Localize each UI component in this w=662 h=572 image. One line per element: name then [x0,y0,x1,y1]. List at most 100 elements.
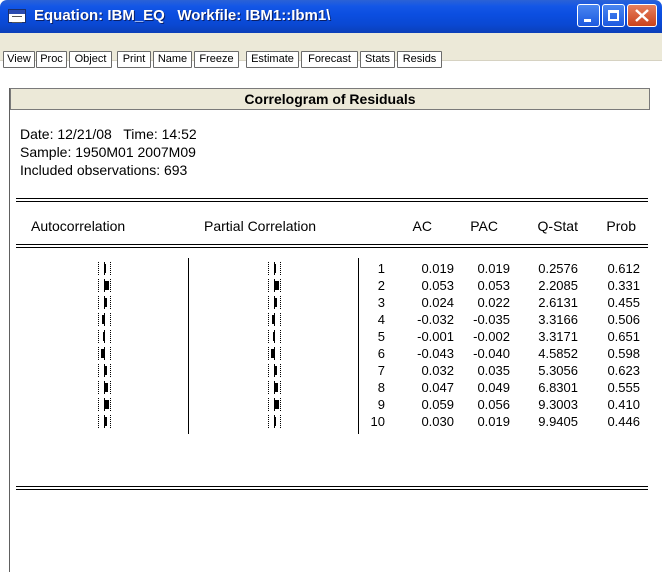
date-line: Date: 12/21/08 Time: 14:52 [20,126,197,142]
autocorrelation-lower-bound [98,262,99,275]
partial-correlation-upper-bound [280,398,281,411]
pac-cell: 0.049 [477,380,510,395]
forecast-button[interactable]: Forecast [301,51,358,68]
partial-correlation-lower-bound [268,330,269,343]
estimate-button[interactable]: Estimate [246,51,299,68]
equation-window: Equation: IBM_EQ Workfile: IBM1::Ibm1\ V… [0,0,662,572]
lag-cell: 10 [370,414,385,429]
close-button[interactable] [627,4,657,27]
table-row: 4 -0.032 -0.035 3.3166 0.506 [0,311,662,328]
autocorrelation-upper-bound [110,296,111,309]
autocorrelation-upper-bound [110,347,111,360]
prob-cell: 0.555 [607,380,640,395]
qstat-cell: 2.6131 [538,295,578,310]
ac-cell: 0.053 [421,278,454,293]
qstat-cell: 2.2085 [538,278,578,293]
qstat-cell: 0.2576 [538,261,578,276]
close-icon [635,9,649,22]
partial-correlation-value-bar [275,400,279,409]
col-autocorrelation: Autocorrelation [31,218,126,234]
prob-cell: 0.331 [607,278,640,293]
partial-correlation-upper-bound [280,313,281,326]
autocorrelation-upper-bound [110,398,111,411]
autocorrelation-value-bar [105,281,109,290]
maximize-icon [608,10,619,21]
object-button[interactable]: Object [69,51,112,68]
autocorrelation-value-bar [101,349,104,358]
table-top-rule-2 [16,201,648,202]
partial-correlation-lower-bound [268,279,269,292]
autocorrelation-value-bar [105,366,107,375]
view-header: Correlogram of Residuals [10,88,650,110]
proc-button[interactable]: Proc [36,51,67,68]
lag-cell: 8 [377,380,385,395]
print-button[interactable]: Print [117,51,151,68]
pac-cell: -0.002 [473,329,510,344]
autocorrelation-lower-bound [98,381,99,394]
table-row: 2 0.053 0.053 2.2085 0.331 [0,277,662,294]
ac-cell: 0.059 [421,397,454,412]
pac-cell: 0.019 [477,261,510,276]
partial-correlation-value-bar [275,264,276,273]
pac-cell: 0.053 [477,278,510,293]
lag-cell: 6 [377,346,385,361]
autocorrelation-upper-bound [110,330,111,343]
partial-correlation-zero-axis [274,330,275,343]
ac-cell: -0.043 [417,346,454,361]
autocorrelation-upper-bound [110,415,111,428]
pac-cell: 0.022 [477,295,510,310]
ac-cell: 0.019 [421,261,454,276]
partial-correlation-value-bar [275,298,277,307]
pac-cell: -0.035 [473,312,510,327]
col-prob: Prob [606,218,636,234]
header-rule [16,244,648,245]
ac-cell: 0.024 [421,295,454,310]
lag-cell: 5 [377,329,385,344]
app-window-icon[interactable] [8,9,26,23]
lag-cell: 4 [377,312,385,327]
partial-correlation-value-bar [273,332,274,341]
partial-correlation-lower-bound [268,347,269,360]
qstat-cell: 5.3056 [538,363,578,378]
minimize-button[interactable] [577,4,600,27]
stats-button[interactable]: Stats [360,51,395,68]
ac-cell: 0.032 [421,363,454,378]
col-partial-correlation: Partial Correlation [204,218,317,234]
resids-button[interactable]: Resids [397,51,442,68]
minimize-icon [584,19,591,22]
qstat-cell: 3.3166 [538,312,578,327]
col-ac: AC [412,218,432,234]
name-button[interactable]: Name [153,51,192,68]
freeze-button[interactable]: Freeze [194,51,239,68]
partial-correlation-lower-bound [268,381,269,394]
prob-cell: 0.612 [607,261,640,276]
autocorrelation-upper-bound [110,381,111,394]
autocorrelation-value-bar [105,298,107,307]
col-pac: PAC [470,218,498,234]
ac-cell: 0.047 [421,380,454,395]
partial-correlation-value-bar [275,281,279,290]
maximize-button[interactable] [602,4,625,27]
partial-correlation-lower-bound [268,398,269,411]
table-top-rule [16,198,648,199]
ac-cell: -0.032 [417,312,454,327]
table-row: 7 0.032 0.035 5.3056 0.623 [0,362,662,379]
table-row: 1 0.019 0.019 0.2576 0.612 [0,260,662,277]
autocorrelation-value-bar [105,400,109,409]
autocorrelation-lower-bound [98,330,99,343]
observations-line: Included observations: 693 [20,162,188,178]
autocorrelation-value-bar [105,417,107,426]
partial-correlation-upper-bound [280,415,281,428]
title-bar[interactable]: Equation: IBM_EQ Workfile: IBM1::Ibm1\ [0,0,662,33]
qstat-cell: 4.5852 [538,346,578,361]
prob-cell: 0.455 [607,295,640,310]
pac-cell: 0.056 [477,397,510,412]
partial-correlation-value-bar [275,417,276,426]
partial-correlation-upper-bound [280,262,281,275]
lag-cell: 7 [377,363,385,378]
table-bottom-rule [16,486,648,487]
prob-cell: 0.446 [607,414,640,429]
table-row: 8 0.047 0.049 6.8301 0.555 [0,379,662,396]
partial-correlation-lower-bound [268,364,269,377]
view-button[interactable]: View [3,51,35,68]
